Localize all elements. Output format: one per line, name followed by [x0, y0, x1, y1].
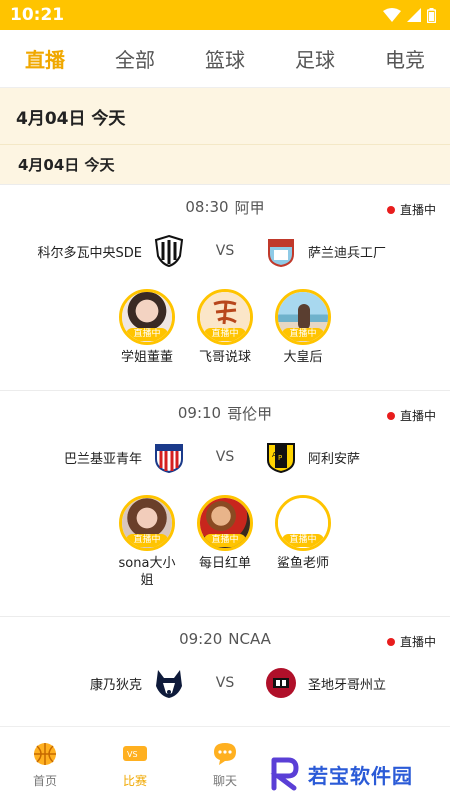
club-crest-icon [155, 444, 183, 474]
club-crest-icon [154, 234, 184, 268]
live-badge: 直播中 [126, 328, 168, 341]
battery-icon [427, 7, 436, 23]
svg-text:A: A [272, 451, 277, 459]
host-name: sona大小姐 [118, 556, 176, 588]
tab-basketball[interactable]: 篮球 [201, 38, 249, 79]
date-header: 4月04日 今天 [0, 88, 450, 144]
chat-icon [214, 743, 236, 765]
wifi-icon [383, 8, 401, 22]
nav-home[interactable]: 首页 [0, 727, 90, 800]
live-dot-icon [386, 205, 395, 214]
home-team: 康乃狄克 [0, 666, 186, 700]
club-crest-icon: A P [267, 443, 295, 474]
live-badge: 直播中 [282, 534, 324, 547]
svg-text:P: P [278, 454, 282, 462]
svg-text:VS: VS [127, 750, 138, 759]
teams-row: 科尔多瓦中央SDE VS 萨兰迪兵工厂 [0, 229, 450, 273]
live-dot-icon [386, 411, 395, 420]
away-team-name: 萨兰迪兵工厂 [308, 245, 387, 261]
host-item[interactable]: 直播中 鲨鱼老师 [273, 495, 333, 589]
live-status: 直播中 [386, 201, 436, 218]
avatar: 直播中 [197, 289, 253, 345]
host-name: 大皇后 [283, 350, 323, 365]
host-item[interactable]: 直播中 大皇后 [273, 289, 333, 366]
watermark-logo-icon [270, 757, 299, 791]
away-team: A P 阿利安萨 [264, 440, 450, 474]
match-card[interactable]: 09:10 哥伦甲 直播中 巴兰基亚青年 VS A P 阿利安萨 直播中 son… [0, 390, 450, 616]
tab-live[interactable]: 直播 [21, 38, 69, 79]
teams-row: 康乃狄克 VS 圣地牙哥州立 [0, 661, 450, 705]
match-header: 08:30 阿甲 [0, 185, 450, 229]
avatar: 直播中 [197, 495, 253, 551]
live-dot-icon [386, 637, 395, 646]
host-name: 学姐董董 [120, 350, 173, 365]
match-time: 09:10 [177, 404, 222, 422]
live-status: 直播中 [386, 407, 436, 424]
live-badge: 直播中 [126, 534, 168, 547]
live-status: 直播中 [386, 633, 436, 650]
tab-football[interactable]: 足球 [291, 38, 339, 79]
avatar: 直播中 [119, 289, 175, 345]
category-tabs: 直播 全部 篮球 足球 电竞 [0, 30, 450, 88]
away-team-name: 圣地牙哥州立 [308, 677, 387, 693]
match-time: 08:30 [185, 198, 229, 216]
vs-label: VS [215, 243, 235, 259]
match-time: 09:20 [179, 630, 223, 648]
club-crest-icon [266, 668, 296, 698]
host-item[interactable]: 直播中 学姐董董 [117, 289, 177, 366]
avatar: 直播中 [275, 495, 331, 551]
host-name: 鲨鱼老师 [276, 556, 329, 571]
live-badge: 直播中 [204, 328, 246, 341]
host-list: 直播中 sona大小姐 直播中 每日红单 直播中 鲨鱼老师 [0, 479, 450, 607]
vs-label: VS [215, 449, 235, 465]
home-team-name: 科尔多瓦中央SDE [37, 245, 142, 261]
calligraphy-icon [213, 300, 237, 325]
home-team: 巴兰基亚青年 [0, 440, 186, 474]
match-card[interactable]: 08:30 阿甲 直播中 科尔多瓦中央SDE VS 萨兰迪兵工厂 直播中 学姐董… [0, 184, 450, 390]
date-subheader: 4月04日 今天 [0, 144, 450, 184]
club-crest-icon [268, 239, 294, 268]
basketball-icon [34, 743, 56, 765]
nav-matches[interactable]: VS 比赛 [90, 727, 180, 800]
host-name: 飞哥说球 [198, 350, 251, 365]
match-card[interactable]: 09:20 NCAA 直播中 康乃狄克 VS 圣地牙哥州立 [0, 616, 450, 726]
avatar: 直播中 [119, 495, 175, 551]
teams-row: 巴兰基亚青年 VS A P 阿利安萨 [0, 435, 450, 479]
tab-esports[interactable]: 电竞 [381, 38, 429, 79]
host-item[interactable]: 直播中 sona大小姐 [117, 495, 177, 589]
match-league: 阿甲 [234, 198, 265, 217]
avatar: 直播中 [275, 289, 331, 345]
home-team-name: 康乃狄克 [89, 677, 142, 693]
husky-logo-icon [156, 670, 182, 698]
match-league: 哥伦甲 [227, 404, 273, 423]
watermark-text: 若宝软件园 [308, 763, 413, 788]
home-team-name: 巴兰基亚青年 [63, 451, 142, 467]
watermark: 若宝软件园 [252, 748, 450, 800]
host-item[interactable]: 直播中 飞哥说球 [195, 289, 255, 366]
status-bar: 10:21 [0, 0, 450, 30]
signal-icon [407, 8, 421, 22]
away-team: 圣地牙哥州立 [264, 666, 450, 700]
status-time: 10:21 [10, 5, 65, 25]
host-item[interactable]: 直播中 每日红单 [195, 495, 255, 589]
ticket-icon: VS [123, 746, 147, 761]
home-team: 科尔多瓦中央SDE [0, 234, 186, 268]
match-league: NCAA [228, 630, 271, 648]
match-list: 08:30 阿甲 直播中 科尔多瓦中央SDE VS 萨兰迪兵工厂 直播中 学姐董… [0, 184, 450, 726]
live-badge: 直播中 [282, 328, 324, 341]
tab-all[interactable]: 全部 [111, 38, 159, 79]
away-team: 萨兰迪兵工厂 [264, 234, 450, 268]
vs-label: VS [215, 675, 235, 691]
host-name: 每日红单 [198, 556, 251, 571]
match-header: 09:20 NCAA [0, 617, 450, 661]
match-header: 09:10 哥伦甲 [0, 391, 450, 435]
away-team-name: 阿利安萨 [308, 451, 361, 467]
live-badge: 直播中 [204, 534, 246, 547]
host-list: 直播中 学姐董董 直播中 飞哥说球 直播中 大皇后 [0, 273, 450, 384]
